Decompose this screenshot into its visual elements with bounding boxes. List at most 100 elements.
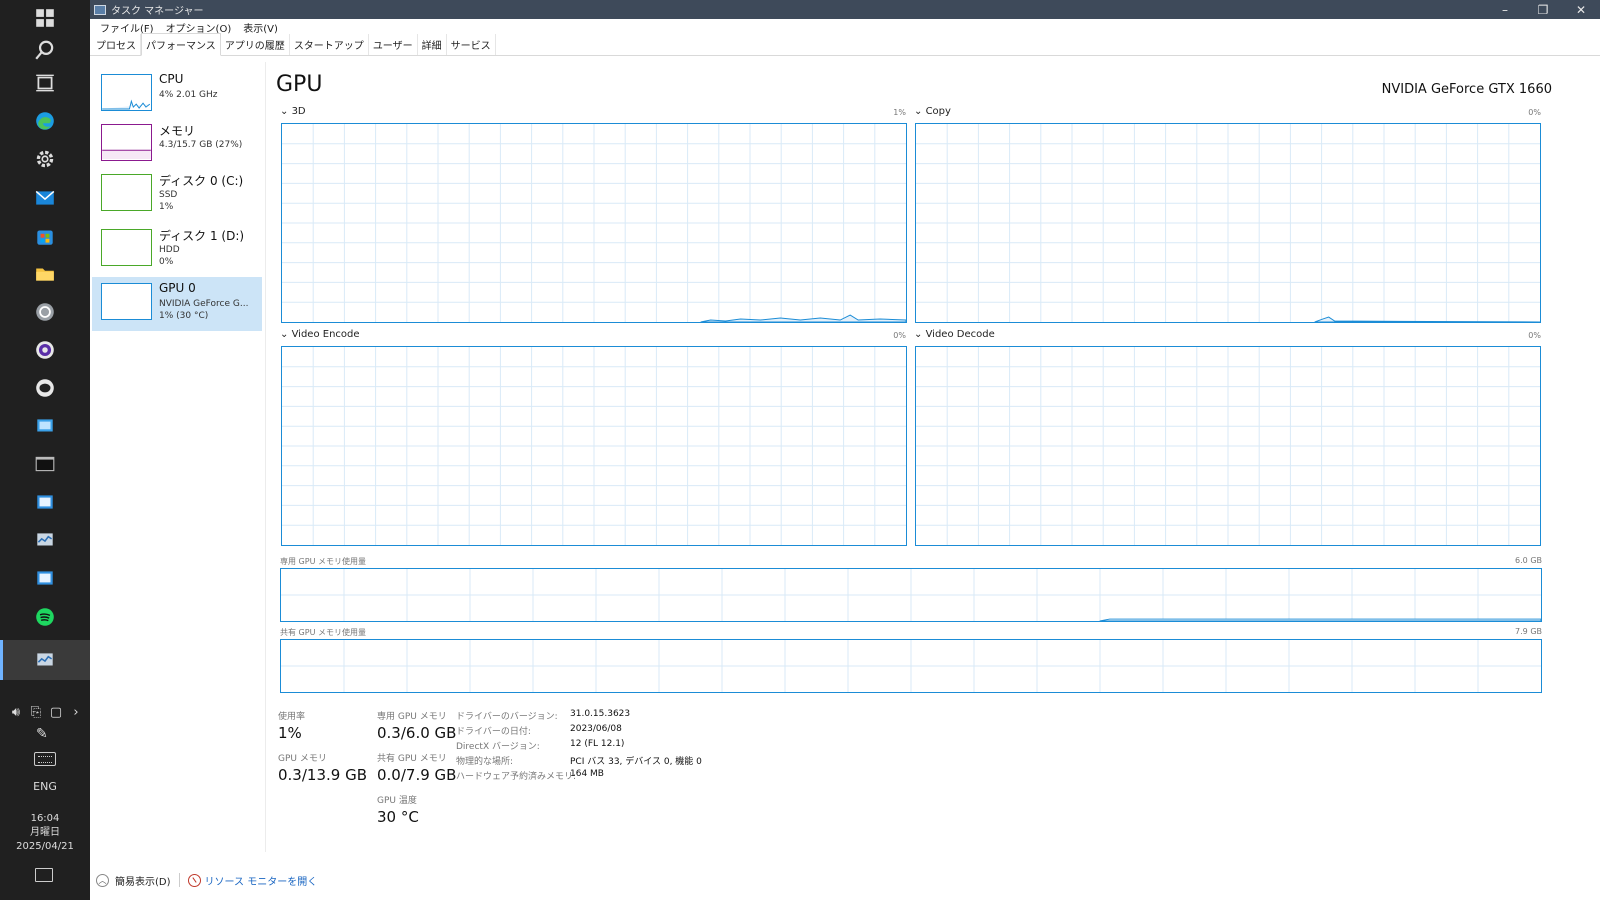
pen-icon[interactable]: ✎ — [36, 726, 48, 742]
engine-percent: 0% — [1528, 108, 1541, 117]
gpu-memory-label: GPU メモリ — [278, 754, 327, 764]
clock-day: 月曜日 — [30, 827, 60, 838]
sidebar-item-title: ディスク 1 (D:) — [159, 229, 245, 243]
sidebar-item-disk-1[interactable]: ディスク 1 (D:) HDD 0% — [92, 223, 262, 277]
graph-shared-memory — [280, 639, 1542, 693]
utilization-label: 使用率 — [278, 712, 306, 722]
chevron-down-icon: ⌄ — [914, 106, 926, 117]
chevron-right-icon[interactable]: › — [67, 705, 85, 720]
task-view-icon[interactable] — [29, 67, 61, 99]
line-icon[interactable] — [29, 372, 61, 404]
task-manager-icon[interactable] — [0, 640, 90, 680]
store-icon[interactable] — [29, 220, 61, 252]
resource-monitor-link[interactable]: リソース モニターを開く — [187, 873, 318, 888]
sidebar-item-detail: NVIDIA GeForce G... — [159, 299, 249, 309]
tab-processes[interactable]: プロセス — [92, 34, 141, 55]
engine-name: 3D — [291, 106, 306, 117]
tab-performance[interactable]: パフォーマンス — [141, 33, 221, 56]
shared-gpu-memory-label: 共有 GPU メモリ — [377, 754, 447, 764]
terminal-icon[interactable] — [29, 448, 61, 480]
page-title: GPU — [276, 72, 323, 97]
keyboard-icon[interactable] — [34, 752, 56, 766]
driver-date-value: 2023/06/08 — [570, 724, 622, 734]
sidebar-item-gpu-0[interactable]: GPU 0 NVIDIA GeForce G... 1% (30 °C) — [92, 277, 262, 331]
engine-selector-3d[interactable]: ⌄ 3D — [280, 106, 306, 117]
active-indicator — [0, 640, 3, 680]
tab-details[interactable]: 詳細 — [418, 34, 447, 55]
chevron-down-icon: ⌄ — [914, 329, 926, 340]
graph-grid — [916, 124, 1540, 322]
sidebar-item-title: メモリ — [159, 124, 196, 138]
activity-trace — [1099, 618, 1541, 621]
graph-grid — [282, 124, 906, 322]
tab-users[interactable]: ユーザー — [369, 34, 418, 55]
shared-memory-label: 共有 GPU メモリ使用量 — [280, 628, 366, 637]
search-icon[interactable] — [29, 34, 61, 66]
cpu-thumbnail-graph — [101, 74, 152, 111]
chatgpt-icon[interactable] — [29, 296, 61, 328]
reserved-memory-value: 164 MB — [570, 769, 604, 779]
notification-icon[interactable] — [35, 868, 53, 882]
dedicated-gpu-memory-label: 専用 GPU メモリ — [377, 712, 447, 722]
edge-icon[interactable] — [29, 105, 61, 137]
tab-startup[interactable]: スタートアップ — [290, 34, 369, 55]
sidebar-item-detail: HDD — [159, 245, 180, 255]
app-window-icon[interactable] — [29, 562, 61, 594]
engine-selector-copy[interactable]: ⌄ Copy — [914, 106, 951, 117]
sidebar-item-cpu[interactable]: CPU 4% 2.01 GHz — [92, 68, 262, 122]
remote-desktop-icon[interactable] — [29, 410, 61, 442]
sidebar-item-usage: 1% (30 °C) — [159, 311, 209, 321]
engine-selector-video-decode[interactable]: ⌄ Video Decode — [914, 329, 995, 340]
settings-icon[interactable] — [29, 143, 61, 175]
restore-button[interactable]: ❐ — [1524, 3, 1562, 17]
taskbar: 🔊︎ ⎘ ▢ › ✎ ENG 16:04 月曜日 2025/04/21 — [0, 0, 90, 900]
start-icon[interactable] — [29, 2, 61, 34]
graph-grid — [281, 640, 1541, 692]
shared-gpu-memory-value: 0.0/7.9 GB — [377, 766, 457, 784]
spotify-icon[interactable] — [29, 601, 61, 633]
sidebar-item-detail: SSD — [159, 190, 178, 200]
menu-view[interactable]: 表示(V) — [237, 20, 284, 35]
system-tray: 🔊︎ ⎘ ▢ › — [6, 700, 86, 724]
network-icon[interactable]: ⎘ — [27, 705, 45, 720]
file-explorer-icon[interactable] — [29, 258, 61, 290]
obs-icon[interactable] — [29, 334, 61, 366]
sidebar-item-usage: 0% — [159, 257, 174, 267]
footer: ︿ 簡易表示(D) リソース モニターを開く — [90, 870, 1600, 890]
resource-monitor-label: リソース モニターを開く — [204, 876, 318, 888]
volume-icon[interactable]: 🔊︎ — [7, 705, 25, 720]
physical-location-key: 物理的な場所: — [456, 757, 514, 767]
language-indicator[interactable]: ENG — [0, 780, 90, 793]
sidebar-item-detail: 4.3/15.7 GB (27%) — [159, 140, 243, 150]
graph-video-decode — [915, 346, 1541, 546]
dedicated-memory-label: 専用 GPU メモリ使用量 — [280, 557, 366, 566]
utilization-value: 1% — [278, 724, 302, 742]
window-title: タスク マネージャー — [111, 6, 204, 17]
sidebar-item-usage: 1% — [159, 202, 174, 212]
sidebar-item-title: CPU — [159, 72, 184, 86]
gpu-model-name: NVIDIA GeForce GTX 1660 — [1381, 82, 1552, 97]
mail-icon[interactable] — [29, 182, 61, 214]
dedicated-memory-max: 6.0 GB — [1515, 556, 1542, 565]
fewer-details-button[interactable]: ︿ 簡易表示(D) — [96, 873, 171, 888]
gpu-temperature-value: 30 °C — [377, 808, 419, 826]
minimize-button[interactable]: – — [1486, 3, 1524, 17]
activity-trace — [1314, 316, 1540, 322]
close-button[interactable]: ✕ — [1562, 3, 1600, 17]
app-window-icon[interactable] — [29, 486, 61, 518]
engine-selector-video-encode[interactable]: ⌄ Video Encode — [280, 329, 360, 340]
graph-video-encode — [281, 346, 907, 546]
directx-version-value: 12 (FL 12.1) — [570, 739, 625, 749]
sidebar-item-memory[interactable]: メモリ 4.3/15.7 GB (27%) — [92, 118, 262, 172]
clock-time: 16:04 — [30, 813, 60, 824]
tab-services[interactable]: サービス — [447, 34, 496, 55]
sidebar-item-disk-0[interactable]: ディスク 0 (C:) SSD 1% — [92, 168, 262, 222]
driver-version-key: ドライバーのバージョン: — [456, 712, 558, 722]
battery-icon[interactable]: ▢ — [47, 705, 65, 720]
title-bar[interactable]: タスク マネージャー – ❐ ✕ — [90, 0, 1600, 19]
tab-app-history[interactable]: アプリの履歴 — [221, 34, 290, 55]
engine-name: Video Decode — [925, 329, 995, 340]
task-manager-icon[interactable] — [29, 524, 61, 556]
engine-name: Copy — [925, 106, 951, 117]
clock[interactable]: 16:04 月曜日 2025/04/21 — [0, 812, 90, 854]
